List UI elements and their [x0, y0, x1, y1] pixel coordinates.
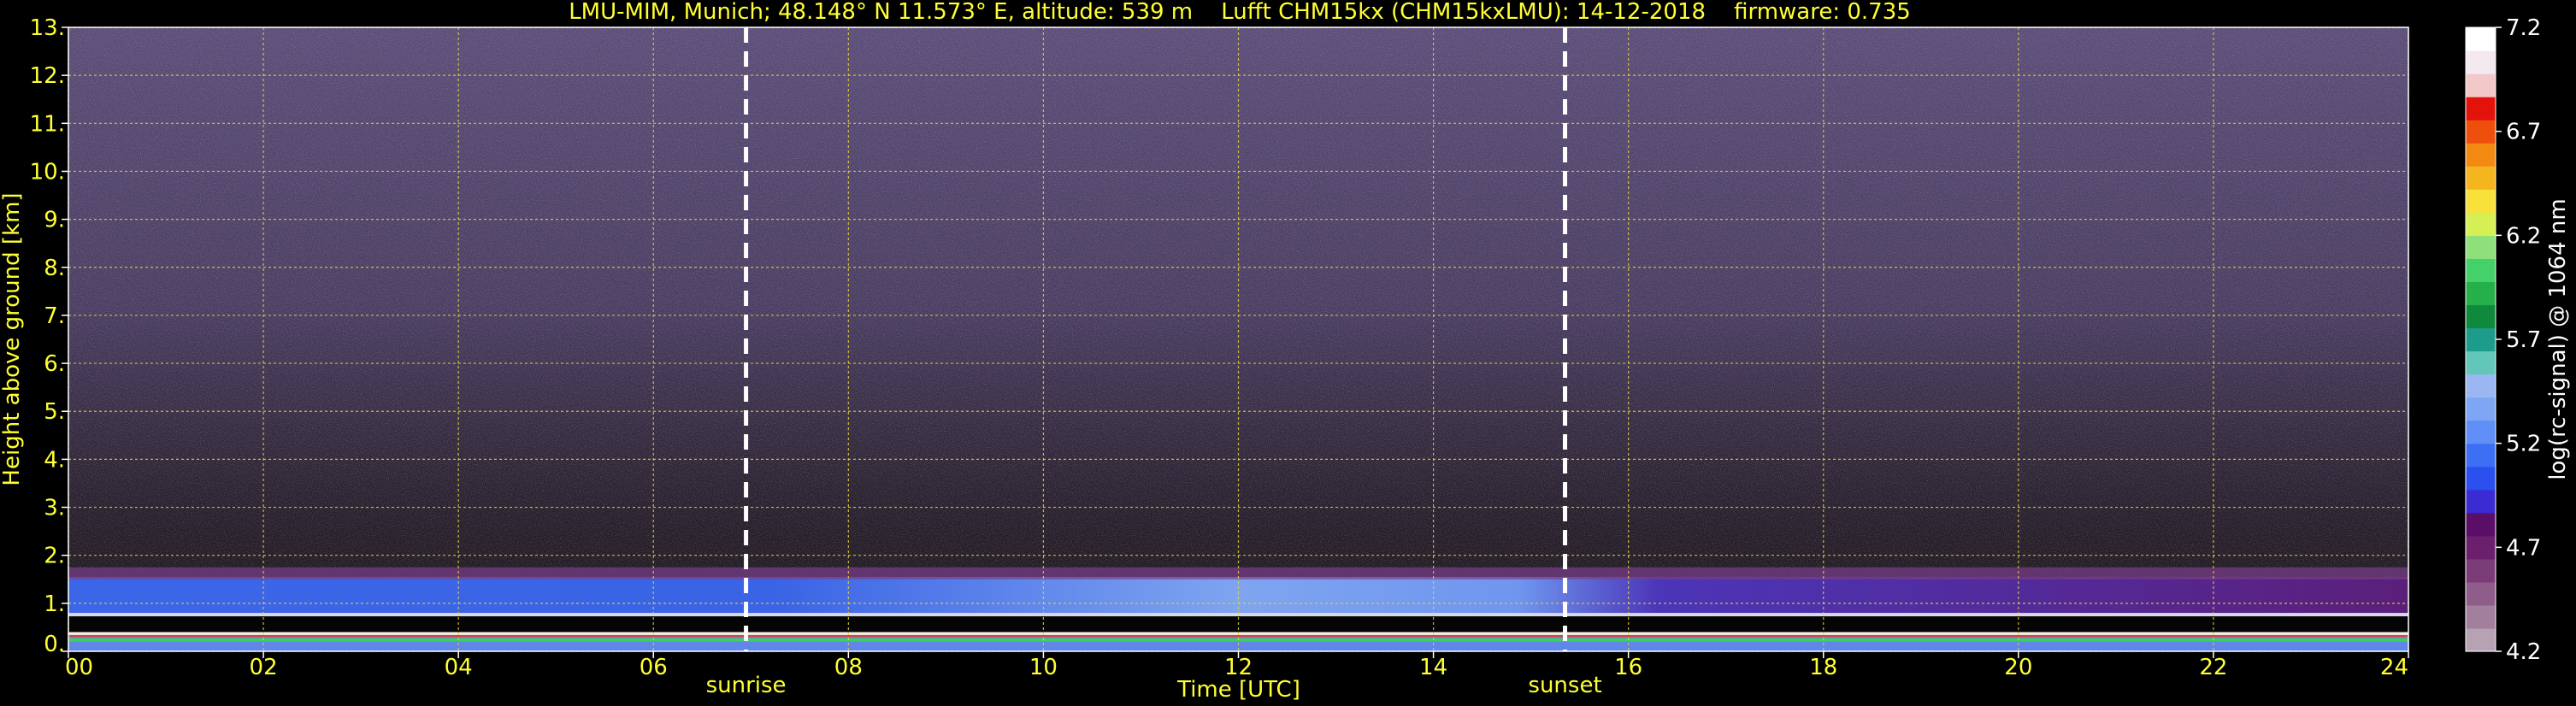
x-tick-label: 20 — [2004, 655, 2032, 680]
x-tick-label: 18 — [1809, 655, 1837, 680]
x-tick-label: 08 — [834, 655, 863, 680]
colorbar-swatch — [2466, 627, 2496, 652]
x-tick-label: 22 — [2199, 655, 2227, 680]
colorbar-swatch — [2466, 50, 2496, 74]
colorbar-swatch — [2466, 420, 2496, 444]
colorbar-tick-label: 4.2 — [2506, 639, 2541, 665]
colorbar-swatch — [2466, 443, 2496, 468]
colorbar-label: log(rc-signal) @ 1064 nm — [2545, 198, 2571, 479]
colorbar-swatch — [2466, 304, 2496, 329]
colorbar-swatch — [2466, 74, 2496, 97]
colorbar-tick-label: 6.2 — [2506, 223, 2541, 249]
colorbar-swatch — [2466, 189, 2496, 213]
x-axis-label: Time [UTC] — [1176, 677, 1300, 703]
y-tick-label: 13. — [30, 15, 65, 41]
colorbar-swatch — [2466, 120, 2496, 144]
y-tick-label: 4. — [44, 447, 65, 473]
y-tick-label: 2. — [44, 544, 65, 569]
colorbar-swatch — [2466, 604, 2496, 629]
x-tick-label: 00 — [65, 655, 93, 680]
chart-title: LMU-MIM, Munich; 48.148° N 11.573° E, al… — [569, 0, 1911, 25]
y-tick-label: 6. — [44, 351, 65, 377]
x-tick-label: 16 — [1614, 655, 1642, 680]
colorbar-swatch — [2466, 97, 2496, 121]
colorbar-swatch — [2466, 350, 2496, 375]
colorbar-swatch — [2466, 466, 2496, 491]
colorbar-swatch — [2466, 166, 2496, 190]
colorbar-swatch — [2466, 281, 2496, 306]
y-tick-label: 9. — [44, 208, 65, 233]
ceilometer-chart: sunrise sunset 00 02 04 06 08 10 12 14 16 18 20 22 24… — [0, 0, 2571, 703]
x-tick-label: 14 — [1419, 655, 1447, 680]
colorbar-swatch — [2466, 535, 2496, 560]
y-tick-label: 0. — [44, 632, 65, 657]
colorbar-swatch — [2466, 258, 2496, 283]
colorbar-tick-label: 5.7 — [2506, 327, 2541, 353]
y-tick-label: 8. — [44, 256, 65, 281]
colorbar-swatch — [2466, 327, 2496, 352]
colorbar-tick-label: 6.7 — [2506, 120, 2541, 145]
sunrise-label: sunrise — [706, 673, 787, 698]
colorbar-swatch — [2466, 397, 2496, 421]
x-tick-label: 02 — [250, 655, 278, 680]
y-tick-label: 10. — [30, 159, 65, 185]
colorbar-swatch — [2466, 581, 2496, 606]
colorbar-swatch — [2466, 27, 2496, 51]
y-tick-label: 12. — [30, 63, 65, 89]
sunset-label: sunset — [1528, 673, 1601, 698]
x-tick-label: 04 — [445, 655, 473, 680]
y-tick-label: 11. — [30, 111, 65, 137]
colorbar-tick-label: 5.2 — [2506, 432, 2541, 457]
colorbar-swatch — [2466, 374, 2496, 398]
colorbar-swatch — [2466, 143, 2496, 167]
colorbar-swatch — [2466, 558, 2496, 583]
colorbar-swatch — [2466, 212, 2496, 236]
colorbar-tick-label: 7.2 — [2506, 15, 2541, 41]
x-tick-label: 24 — [2380, 655, 2408, 680]
y-tick-label: 3. — [44, 496, 65, 521]
colorbar-swatch — [2466, 489, 2496, 514]
colorbar-swatch — [2466, 235, 2496, 259]
y-axis-label: Height above ground [km] — [0, 192, 25, 485]
x-tick-label: 06 — [640, 655, 668, 680]
x-tick-label: 10 — [1029, 655, 1058, 680]
y-tick-label: 1. — [44, 591, 65, 617]
y-tick-label: 5. — [44, 399, 65, 425]
y-tick-label: 7. — [44, 303, 65, 329]
colorbar-tick-label: 4.7 — [2506, 535, 2541, 561]
colorbar-swatch — [2466, 512, 2496, 537]
